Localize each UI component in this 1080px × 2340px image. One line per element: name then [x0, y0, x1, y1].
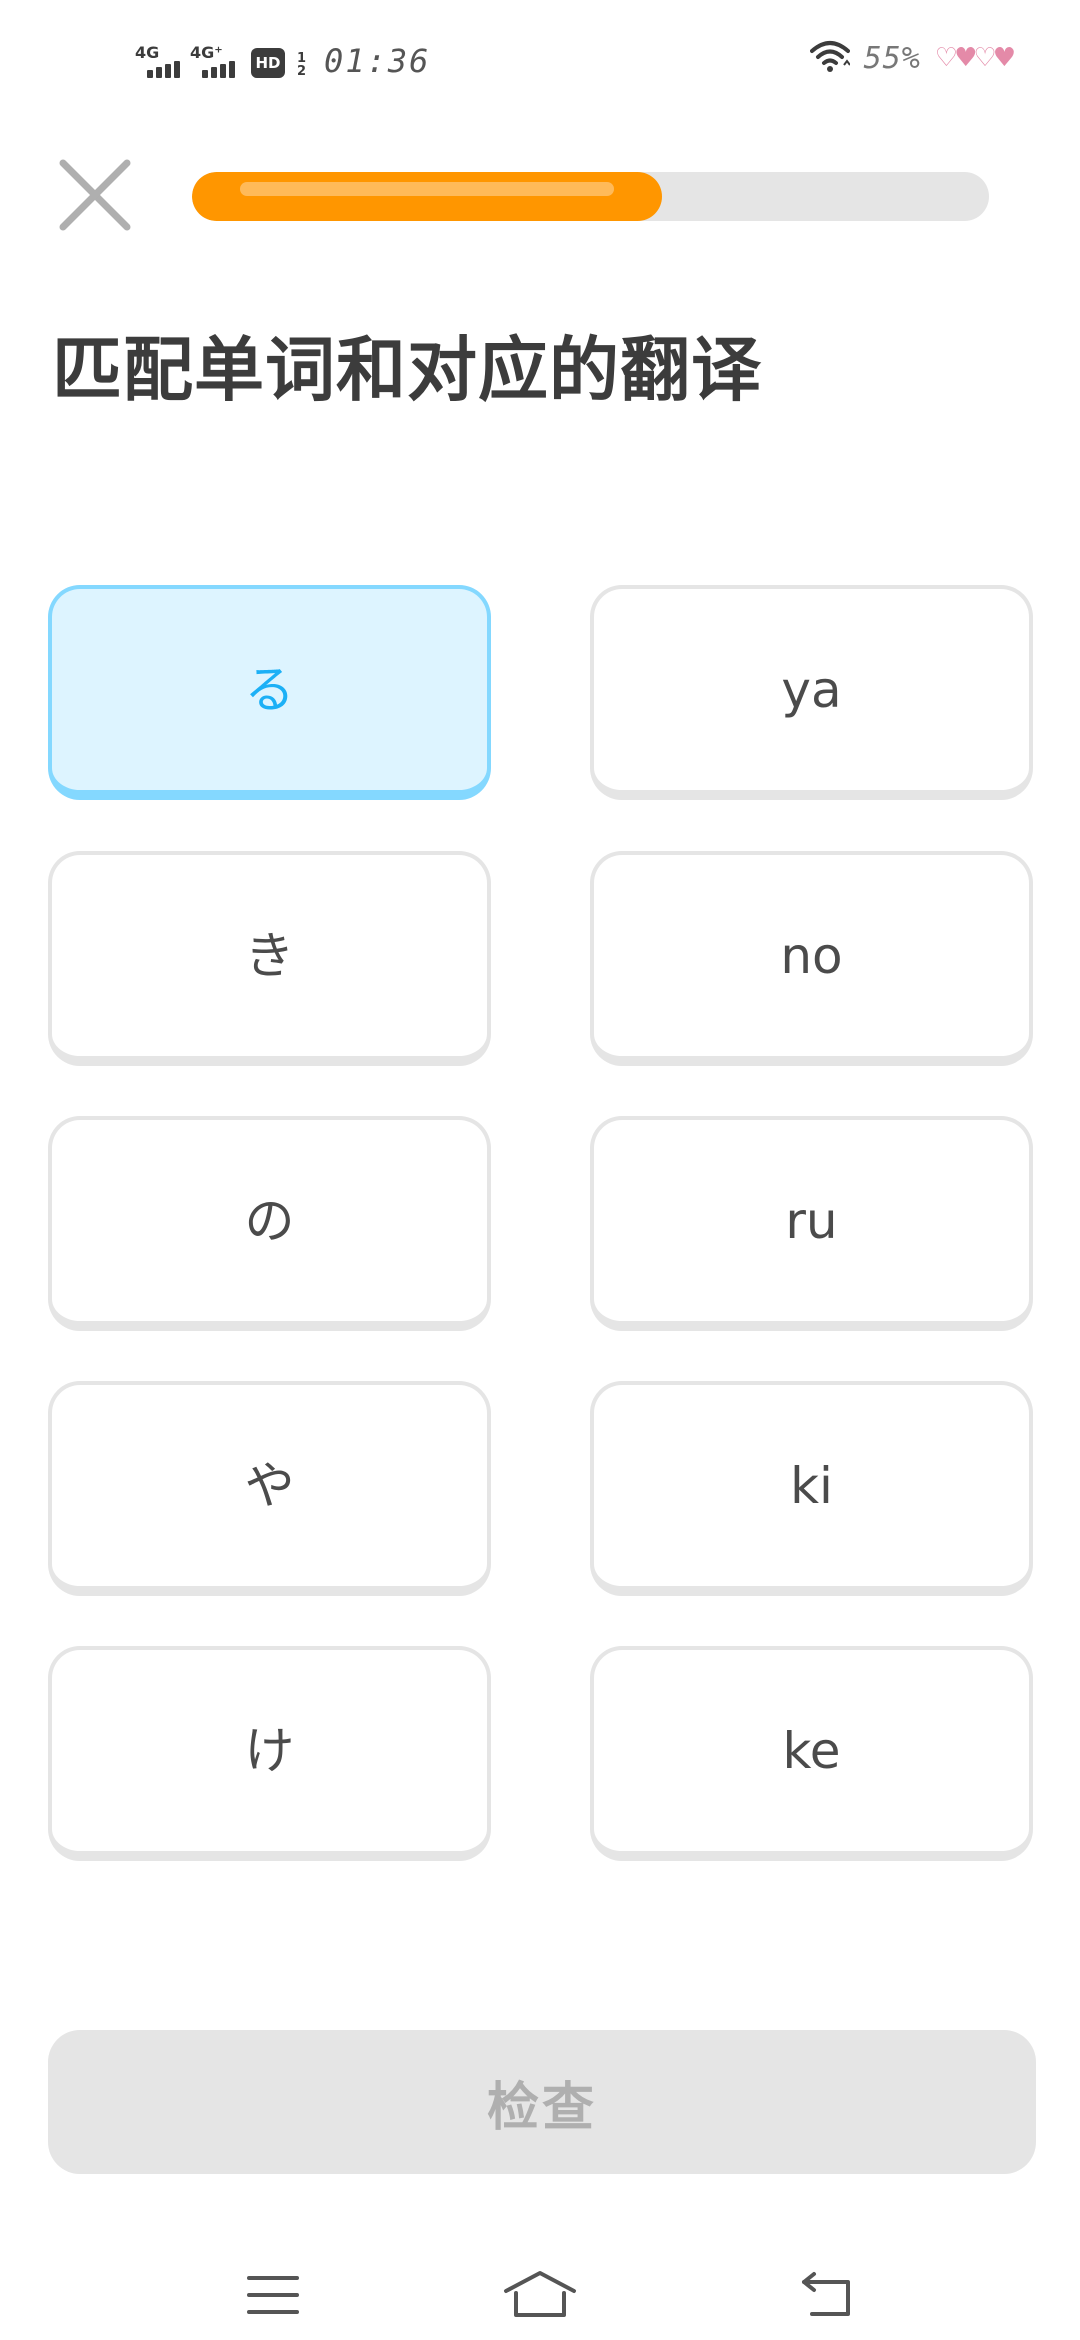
word-card-right[interactable]: ki: [590, 1381, 1033, 1596]
network-label: 4G⁺: [190, 43, 223, 62]
card-label: ke: [782, 1721, 841, 1780]
card-label: ya: [781, 660, 842, 719]
word-card-right[interactable]: ya: [590, 585, 1033, 800]
menu-icon: [247, 2276, 299, 2314]
battery-percentage: 55%: [863, 40, 921, 76]
card-label: る: [244, 660, 295, 719]
word-card-right[interactable]: ke: [590, 1646, 1033, 1861]
hearts-icon: ♡♥♡♥: [934, 43, 1016, 73]
close-icon: [59, 159, 131, 231]
progress-fill: [192, 172, 662, 221]
network-indicator-2: 4G⁺: [190, 45, 235, 78]
word-card-left[interactable]: の: [48, 1116, 491, 1331]
signal-icon: [147, 61, 180, 78]
word-card-left[interactable]: る: [48, 585, 491, 800]
back-button[interactable]: [788, 2260, 868, 2330]
card-label: け: [244, 1721, 295, 1780]
check-button[interactable]: 检查: [48, 2030, 1036, 2174]
menu-button[interactable]: [233, 2260, 313, 2330]
word-card-right[interactable]: ru: [590, 1116, 1033, 1331]
status-time: 01:36: [324, 42, 431, 80]
word-card-left[interactable]: や: [48, 1381, 491, 1596]
hd-slot-indicator: 1 2: [297, 52, 306, 78]
back-icon: [802, 2272, 850, 2316]
status-right: 55% ♡♥♡♥: [809, 38, 1016, 78]
network-indicator-1: 4G: [135, 45, 180, 78]
word-card-right[interactable]: no: [590, 851, 1033, 1066]
home-icon: [504, 2271, 576, 2317]
card-label: き: [244, 926, 295, 985]
hd-slot-bottom: 2: [297, 64, 307, 79]
hd-icon: HD: [251, 48, 285, 78]
progress-highlight: [240, 182, 614, 196]
wifi-icon: [809, 39, 851, 77]
status-left: 4G 4G⁺ HD 1 2 01:36: [135, 38, 430, 78]
lesson-progress-bar: [192, 172, 989, 221]
close-button[interactable]: [55, 155, 135, 235]
card-label: の: [244, 1191, 295, 1250]
signal-icon: [202, 61, 235, 78]
card-label: や: [244, 1456, 295, 1515]
system-nav-bar: [0, 2240, 1080, 2340]
status-bar: 4G 4G⁺ HD 1 2 01:36 55% ♡♥♡♥: [0, 0, 1080, 120]
card-label: ki: [790, 1456, 833, 1515]
card-label: ru: [785, 1191, 838, 1250]
page-title: 匹配单词和对应的翻译: [52, 329, 762, 411]
network-label: 4G: [135, 43, 160, 62]
word-card-left[interactable]: け: [48, 1646, 491, 1861]
card-label: no: [780, 926, 843, 985]
word-card-left[interactable]: き: [48, 851, 491, 1066]
home-button[interactable]: [500, 2260, 580, 2330]
